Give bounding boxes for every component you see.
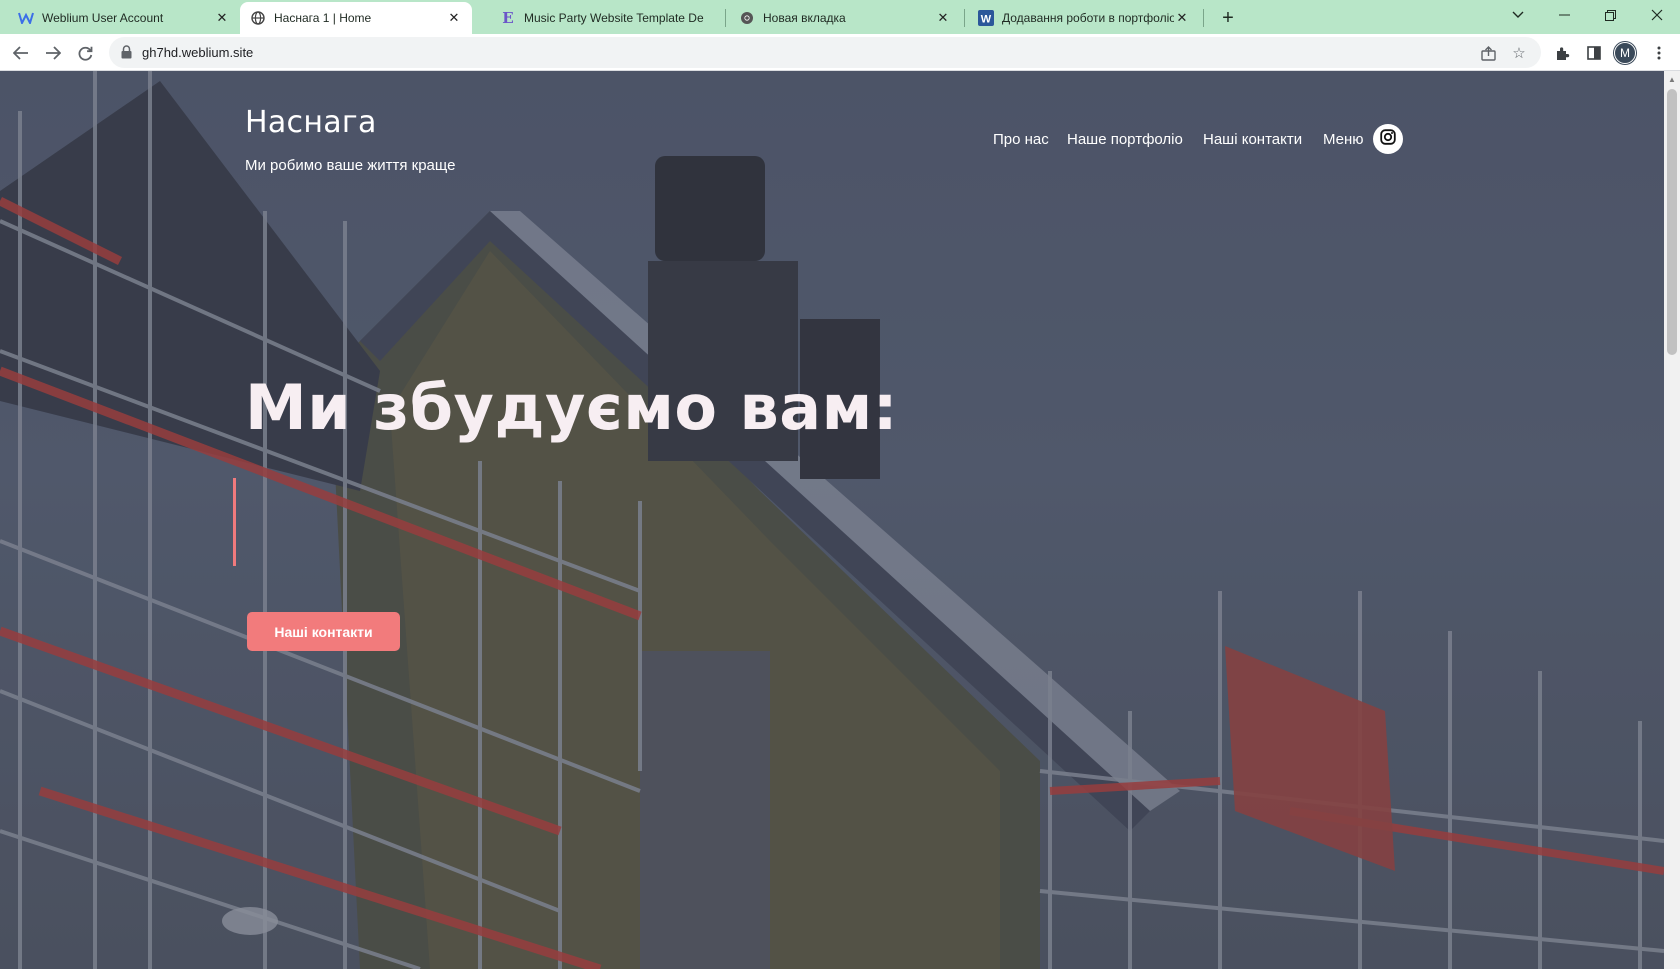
page-scrollbar[interactable]: ▲ [1664, 71, 1680, 969]
page-viewport: Наснага Ми робимо ваше життя краще Про н… [0, 71, 1664, 969]
tab-divider [1203, 9, 1204, 27]
share-icon[interactable] [1476, 41, 1500, 65]
chrome-icon [739, 10, 755, 26]
globe-icon [250, 10, 266, 26]
close-icon[interactable]: ✕ [446, 10, 462, 26]
close-window-button[interactable] [1634, 0, 1680, 30]
scrollbar-thumb[interactable] [1667, 89, 1677, 355]
svg-text:W: W [981, 14, 992, 26]
site-tagline: Ми робимо ваше життя краще [245, 157, 456, 174]
nav-contacts[interactable]: Наші контакти [1203, 131, 1302, 148]
tab-title: Наснага 1 | Home [274, 11, 372, 25]
contacts-cta-button[interactable]: Наші контакти [247, 612, 400, 651]
kebab-menu-icon[interactable] [1646, 40, 1672, 66]
hero-overlay [0, 71, 1664, 969]
close-icon[interactable]: ✕ [214, 10, 230, 26]
address-bar[interactable]: gh7hd.weblium.site ☆ [109, 37, 1541, 68]
word-icon: W [978, 10, 994, 26]
instagram-button[interactable] [1373, 124, 1403, 154]
tab-music-party-template[interactable]: E Music Party Website Template De [490, 2, 722, 34]
profile-avatar[interactable]: M [1614, 42, 1636, 64]
tab-title: Music Party Website Template De [524, 11, 704, 25]
tab-title: Weblium User Account [42, 11, 164, 25]
hero-headline: Ми збудуємо вам: [245, 371, 899, 444]
weblium-icon [18, 10, 34, 26]
tab-divider [964, 9, 965, 27]
lock-icon [121, 45, 132, 59]
tab-search-button[interactable] [1495, 0, 1541, 30]
tab-new-tab[interactable]: Новая вкладка ✕ [729, 2, 961, 34]
forward-button[interactable] [38, 38, 68, 68]
browser-tab-strip: Weblium User Account ✕ Наснага 1 | Home … [0, 0, 1680, 34]
elementor-icon: E [502, 9, 514, 27]
new-tab-button[interactable]: + [1214, 4, 1242, 32]
back-button[interactable] [6, 38, 36, 68]
tab-title: Додавання роботи в портфоліо [1002, 11, 1174, 25]
tab-divider [725, 9, 726, 27]
typing-cursor-bar [233, 478, 236, 566]
tab-weblium-user-account[interactable]: Weblium User Account ✕ [8, 2, 240, 34]
restore-button[interactable] [1587, 0, 1633, 30]
tab-portfolio-doc[interactable]: W Додавання роботи в портфоліо ✕ [968, 2, 1200, 34]
nav-portfolio[interactable]: Наше портфоліо [1067, 131, 1183, 148]
nav-about[interactable]: Про нас [993, 131, 1049, 148]
nav-menu[interactable]: Меню [1323, 131, 1364, 148]
close-icon[interactable]: ✕ [935, 10, 951, 26]
tab-title: Новая вкладка [763, 11, 846, 25]
reload-button[interactable] [70, 38, 100, 68]
site-logo[interactable]: Наснага [245, 105, 377, 140]
browser-toolbar: gh7hd.weblium.site ☆ M [0, 34, 1680, 71]
url-text: gh7hd.weblium.site [142, 45, 254, 60]
instagram-icon [1380, 128, 1396, 150]
side-panel-icon[interactable] [1581, 40, 1607, 66]
close-icon[interactable]: ✕ [1174, 10, 1190, 26]
scroll-up-arrow-icon[interactable]: ▲ [1664, 71, 1680, 87]
extensions-icon[interactable] [1549, 40, 1575, 66]
bookmark-star-icon[interactable]: ☆ [1507, 41, 1531, 65]
tab-nasnaga-home[interactable]: Наснага 1 | Home ✕ [240, 2, 472, 34]
minimize-button[interactable] [1541, 0, 1587, 30]
